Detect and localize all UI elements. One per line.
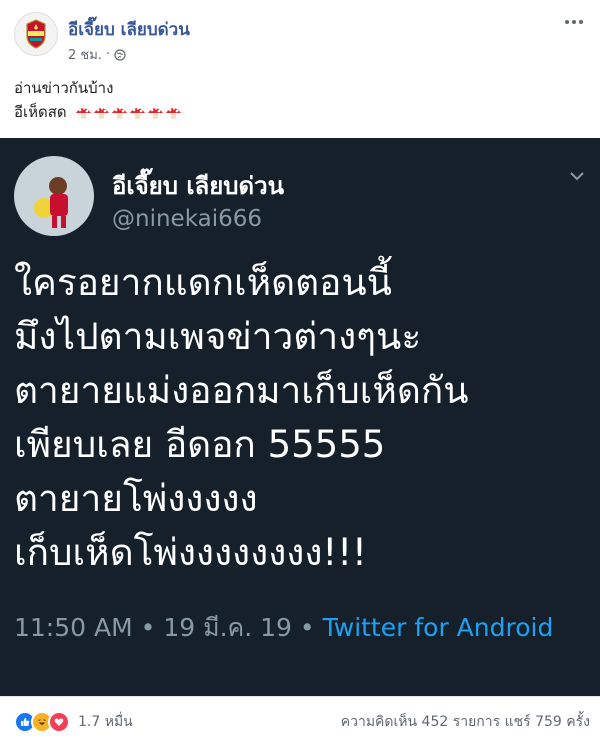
mushroom-icon	[130, 107, 146, 119]
tweet-time: 11:50 AM	[14, 613, 133, 642]
caption-line-2-text: อีเห็ดสด	[14, 103, 67, 121]
post-time[interactable]: 2 ชม.	[68, 44, 102, 65]
mushroom-emoji-row	[75, 105, 182, 120]
more-options-icon[interactable]	[562, 14, 586, 30]
globe-icon	[114, 48, 126, 61]
tweet-source-link[interactable]: Twitter for Android	[323, 613, 554, 642]
tweet-author-name[interactable]: อีเจี๊ยบ เลียบด่วน	[112, 166, 284, 205]
meta-separator: ·	[105, 47, 111, 62]
figurine-avatar-icon	[14, 156, 94, 236]
shares-count-link[interactable]: แชร์ 759 ครั้ง	[505, 714, 590, 730]
tweet-dot-2: •	[299, 613, 315, 642]
chevron-down-icon[interactable]	[568, 170, 586, 182]
mushroom-icon	[112, 107, 128, 119]
post-header: อีเจี๊ยบ เลียบด่วน 2 ชม. ·	[0, 0, 600, 70]
reaction-icons[interactable]	[14, 711, 70, 733]
tweet-date: 19 มี.ค. 19	[163, 613, 292, 642]
comments-count-link[interactable]: ความคิดเห็น 452 รายการ	[341, 714, 500, 730]
caption-line-1: อ่านข่าวกันบ้าง	[14, 79, 114, 97]
post-caption: อ่านข่าวกันบ้าง อีเห็ดสด	[14, 76, 182, 124]
tweet-author-handle[interactable]: @ninekai666	[112, 206, 262, 232]
tweet-screenshot[interactable]: อีเจี๊ยบ เลียบด่วน @ninekai666 ใครอยากแด…	[0, 138, 600, 696]
liverpool-crest-icon	[15, 13, 57, 55]
tweet-text: ใครอยากแดกเห็ดตอนนี้ มึงไปตามเพจข่าวต่าง…	[14, 261, 469, 574]
tweet-dot-1: •	[140, 613, 156, 642]
engagement-stats: ความคิดเห็น 452 รายการ แชร์ 759 ครั้ง	[341, 711, 590, 733]
page-name-link[interactable]: อีเจี๊ยบ เลียบด่วน	[68, 16, 190, 43]
tweet-footer: 11:50 AM • 19 มี.ค. 19 • Twitter for And…	[14, 608, 574, 648]
mushroom-icon	[166, 107, 182, 119]
page-avatar[interactable]	[14, 12, 58, 56]
caption-line-2: อีเห็ดสด	[14, 100, 182, 124]
mushroom-icon	[94, 107, 110, 119]
love-icon	[48, 711, 70, 733]
mushroom-icon	[148, 107, 164, 119]
post-meta: 2 ชม. ·	[68, 44, 126, 65]
reaction-count[interactable]: 1.7 หมื่น	[78, 711, 133, 733]
reactions-bar: 1.7 หมื่น ความคิดเห็น 452 รายการ แชร์ 75…	[0, 696, 600, 743]
tweet-avatar	[14, 156, 94, 236]
mushroom-icon	[76, 107, 92, 119]
